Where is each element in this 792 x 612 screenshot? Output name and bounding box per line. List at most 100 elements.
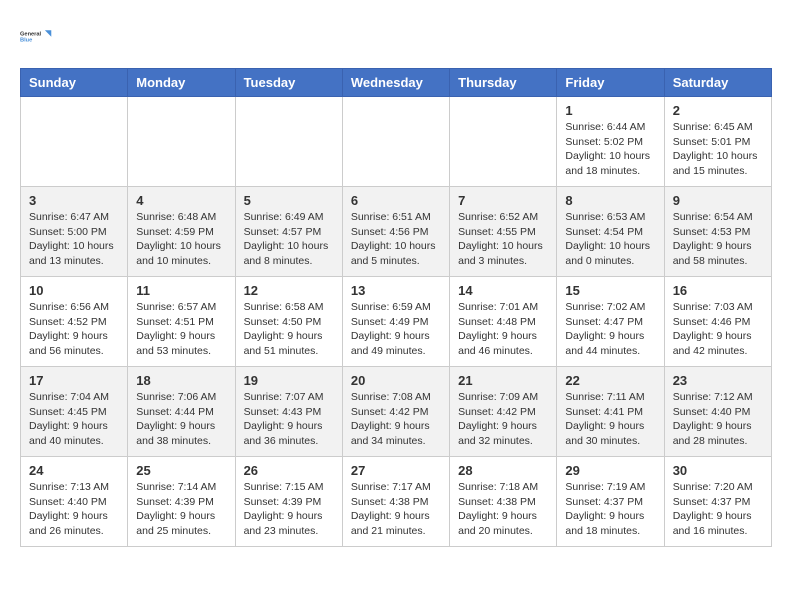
day-number: 7 [458, 193, 548, 208]
day-number: 18 [136, 373, 226, 388]
day-info: Sunrise: 7:08 AM Sunset: 4:42 PM Dayligh… [351, 390, 441, 449]
day-info: Sunrise: 6:44 AM Sunset: 5:02 PM Dayligh… [565, 120, 655, 179]
day-number: 17 [29, 373, 119, 388]
day-number: 10 [29, 283, 119, 298]
day-info: Sunrise: 7:19 AM Sunset: 4:37 PM Dayligh… [565, 480, 655, 539]
day-info: Sunrise: 6:48 AM Sunset: 4:59 PM Dayligh… [136, 210, 226, 269]
day-number: 25 [136, 463, 226, 478]
calendar-week-5: 24 Sunrise: 7:13 AM Sunset: 4:40 PM Dayli… [21, 457, 772, 547]
day-number: 22 [565, 373, 655, 388]
calendar-week-2: 3 Sunrise: 6:47 AM Sunset: 5:00 PM Daylig… [21, 187, 772, 277]
day-info: Sunrise: 6:47 AM Sunset: 5:00 PM Dayligh… [29, 210, 119, 269]
day-info: Sunrise: 6:49 AM Sunset: 4:57 PM Dayligh… [244, 210, 334, 269]
day-info: Sunrise: 7:14 AM Sunset: 4:39 PM Dayligh… [136, 480, 226, 539]
day-info: Sunrise: 7:12 AM Sunset: 4:40 PM Dayligh… [673, 390, 763, 449]
calendar-cell: 12 Sunrise: 6:58 AM Sunset: 4:50 PM Dayli… [235, 277, 342, 367]
calendar-cell [128, 97, 235, 187]
day-info: Sunrise: 7:07 AM Sunset: 4:43 PM Dayligh… [244, 390, 334, 449]
calendar-cell [450, 97, 557, 187]
day-number: 2 [673, 103, 763, 118]
calendar-cell: 1 Sunrise: 6:44 AM Sunset: 5:02 PM Daylig… [557, 97, 664, 187]
day-number: 15 [565, 283, 655, 298]
day-number: 28 [458, 463, 548, 478]
day-info: Sunrise: 7:20 AM Sunset: 4:37 PM Dayligh… [673, 480, 763, 539]
day-number: 14 [458, 283, 548, 298]
calendar-week-3: 10 Sunrise: 6:56 AM Sunset: 4:52 PM Dayli… [21, 277, 772, 367]
day-number: 9 [673, 193, 763, 208]
day-number: 12 [244, 283, 334, 298]
day-info: Sunrise: 6:45 AM Sunset: 5:01 PM Dayligh… [673, 120, 763, 179]
calendar-cell: 22 Sunrise: 7:11 AM Sunset: 4:41 PM Dayli… [557, 367, 664, 457]
day-number: 27 [351, 463, 441, 478]
header: GeneralBlue [20, 20, 772, 52]
day-number: 23 [673, 373, 763, 388]
logo-icon: GeneralBlue [20, 20, 52, 52]
day-info: Sunrise: 6:58 AM Sunset: 4:50 PM Dayligh… [244, 300, 334, 359]
calendar-cell [21, 97, 128, 187]
calendar-cell: 11 Sunrise: 6:57 AM Sunset: 4:51 PM Dayli… [128, 277, 235, 367]
day-number: 3 [29, 193, 119, 208]
day-number: 16 [673, 283, 763, 298]
calendar-cell: 3 Sunrise: 6:47 AM Sunset: 5:00 PM Daylig… [21, 187, 128, 277]
day-number: 19 [244, 373, 334, 388]
day-info: Sunrise: 6:53 AM Sunset: 4:54 PM Dayligh… [565, 210, 655, 269]
day-number: 5 [244, 193, 334, 208]
calendar-cell: 30 Sunrise: 7:20 AM Sunset: 4:37 PM Dayli… [664, 457, 771, 547]
weekday-header-saturday: Saturday [664, 69, 771, 97]
weekday-header-monday: Monday [128, 69, 235, 97]
weekday-header-tuesday: Tuesday [235, 69, 342, 97]
calendar-cell: 2 Sunrise: 6:45 AM Sunset: 5:01 PM Daylig… [664, 97, 771, 187]
day-info: Sunrise: 7:06 AM Sunset: 4:44 PM Dayligh… [136, 390, 226, 449]
day-info: Sunrise: 7:02 AM Sunset: 4:47 PM Dayligh… [565, 300, 655, 359]
day-number: 24 [29, 463, 119, 478]
day-info: Sunrise: 7:18 AM Sunset: 4:38 PM Dayligh… [458, 480, 548, 539]
calendar-table: SundayMondayTuesdayWednesdayThursdayFrid… [20, 68, 772, 547]
weekday-header-row: SundayMondayTuesdayWednesdayThursdayFrid… [21, 69, 772, 97]
calendar-cell: 9 Sunrise: 6:54 AM Sunset: 4:53 PM Daylig… [664, 187, 771, 277]
day-info: Sunrise: 7:17 AM Sunset: 4:38 PM Dayligh… [351, 480, 441, 539]
calendar-cell: 19 Sunrise: 7:07 AM Sunset: 4:43 PM Dayli… [235, 367, 342, 457]
day-number: 8 [565, 193, 655, 208]
day-info: Sunrise: 7:11 AM Sunset: 4:41 PM Dayligh… [565, 390, 655, 449]
calendar-cell: 23 Sunrise: 7:12 AM Sunset: 4:40 PM Dayli… [664, 367, 771, 457]
day-info: Sunrise: 6:56 AM Sunset: 4:52 PM Dayligh… [29, 300, 119, 359]
calendar-week-1: 1 Sunrise: 6:44 AM Sunset: 5:02 PM Daylig… [21, 97, 772, 187]
calendar-header: SundayMondayTuesdayWednesdayThursdayFrid… [21, 69, 772, 97]
calendar-cell [235, 97, 342, 187]
day-number: 30 [673, 463, 763, 478]
day-info: Sunrise: 7:01 AM Sunset: 4:48 PM Dayligh… [458, 300, 548, 359]
calendar-cell: 6Sunrise: 6:51 AM Sunset: 4:56 PM Daylig… [342, 187, 449, 277]
calendar-cell: 18 Sunrise: 7:06 AM Sunset: 4:44 PM Dayli… [128, 367, 235, 457]
calendar-cell: 15 Sunrise: 7:02 AM Sunset: 4:47 PM Dayli… [557, 277, 664, 367]
day-info: Sunrise: 6:52 AM Sunset: 4:55 PM Dayligh… [458, 210, 548, 269]
calendar-cell [342, 97, 449, 187]
day-info: Sunrise: 7:15 AM Sunset: 4:39 PM Dayligh… [244, 480, 334, 539]
calendar-cell: 17Sunrise: 7:04 AM Sunset: 4:45 PM Dayli… [21, 367, 128, 457]
calendar-cell: 21Sunrise: 7:09 AM Sunset: 4:42 PM Dayli… [450, 367, 557, 457]
day-number: 26 [244, 463, 334, 478]
calendar-cell: 4 Sunrise: 6:48 AM Sunset: 4:59 PM Daylig… [128, 187, 235, 277]
calendar-cell: 27 Sunrise: 7:17 AM Sunset: 4:38 PM Dayli… [342, 457, 449, 547]
day-number: 4 [136, 193, 226, 208]
weekday-header-friday: Friday [557, 69, 664, 97]
day-info: Sunrise: 7:13 AM Sunset: 4:40 PM Dayligh… [29, 480, 119, 539]
calendar-cell: 14 Sunrise: 7:01 AM Sunset: 4:48 PM Dayli… [450, 277, 557, 367]
day-number: 13 [351, 283, 441, 298]
day-info: Sunrise: 6:59 AM Sunset: 4:49 PM Dayligh… [351, 300, 441, 359]
svg-text:General: General [20, 31, 42, 37]
calendar-cell: 16 Sunrise: 7:03 AM Sunset: 4:46 PM Dayli… [664, 277, 771, 367]
day-info: Sunrise: 6:54 AM Sunset: 4:53 PM Dayligh… [673, 210, 763, 269]
day-number: 11 [136, 283, 226, 298]
day-number: 20 [351, 373, 441, 388]
day-info: Sunrise: 6:51 AM Sunset: 4:56 PM Dayligh… [351, 210, 441, 269]
day-info: Sunrise: 7:03 AM Sunset: 4:46 PM Dayligh… [673, 300, 763, 359]
calendar-cell: 10 Sunrise: 6:56 AM Sunset: 4:52 PM Dayli… [21, 277, 128, 367]
day-number: 1 [565, 103, 655, 118]
day-info: Sunrise: 6:57 AM Sunset: 4:51 PM Dayligh… [136, 300, 226, 359]
svg-text:Blue: Blue [20, 38, 32, 44]
weekday-header-thursday: Thursday [450, 69, 557, 97]
calendar-cell: 20 Sunrise: 7:08 AM Sunset: 4:42 PM Dayli… [342, 367, 449, 457]
calendar-cell: 26 Sunrise: 7:15 AM Sunset: 4:39 PM Dayli… [235, 457, 342, 547]
calendar-cell: 24 Sunrise: 7:13 AM Sunset: 4:40 PM Dayli… [21, 457, 128, 547]
calendar-cell: 29Sunrise: 7:19 AM Sunset: 4:37 PM Dayli… [557, 457, 664, 547]
